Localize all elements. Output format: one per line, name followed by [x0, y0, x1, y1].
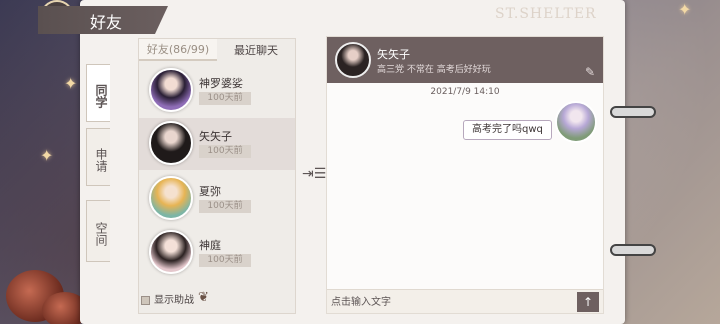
avatar: [149, 68, 193, 112]
last-seen-badge: 100天前: [199, 145, 251, 158]
message-input[interactable]: [331, 293, 573, 311]
tab-recent-chats[interactable]: 最近聊天: [217, 39, 295, 61]
last-seen-badge: 100天前: [199, 92, 251, 105]
star-icon: ✦: [678, 0, 692, 19]
watermark-logo: ST.SHELTER: [495, 6, 597, 22]
edit-icon[interactable]: ✎: [585, 65, 595, 79]
friend-row[interactable]: 神罗婆娑 100天前: [139, 65, 295, 117]
binder-ring: [610, 106, 656, 118]
star-icon: ✦: [40, 146, 54, 165]
friend-name: 夏弥: [199, 185, 221, 198]
send-button[interactable]: ↑: [577, 292, 599, 312]
friends-panel: 好友(86/99) 最近聊天 神罗婆娑 100天前 矢矢子 100天前 夏弥 1…: [138, 38, 296, 314]
tab-classmates[interactable]: 同学: [86, 64, 110, 122]
avatar: [149, 230, 193, 274]
self-avatar: [555, 101, 597, 143]
page-title: 好友: [38, 6, 168, 34]
message-timestamp: 2021/7/9 14:10: [430, 87, 500, 97]
friend-tabs: 好友(86/99) 最近聊天: [139, 39, 295, 61]
friend-row[interactable]: 神庭 100天前: [139, 227, 295, 279]
collapse-panel-icon[interactable]: ⇥☰: [302, 166, 326, 182]
avatar: [149, 121, 193, 165]
contact-avatar[interactable]: [335, 42, 371, 78]
chat-header: 矢矢子 高三党 不常在 高考后好好玩 ✎: [327, 37, 603, 83]
feather-icon: ❦: [198, 290, 209, 305]
binder-ring: [610, 244, 656, 256]
star-icon: ✦: [64, 74, 78, 93]
friend-name: 神罗婆娑: [199, 77, 243, 90]
assist-checkbox[interactable]: [141, 295, 150, 305]
friend-name: 神庭: [199, 239, 221, 252]
last-seen-badge: 100天前: [199, 254, 251, 267]
chat-bubble: 高考完了吗qwq: [463, 120, 552, 140]
friend-name: 矢矢子: [199, 130, 232, 143]
assist-label: 显示助战: [154, 295, 194, 306]
input-bar: ↑: [327, 289, 603, 313]
tab-friends[interactable]: 好友(86/99): [139, 39, 217, 61]
chat-panel: 矢矢子 高三党 不常在 高考后好好玩 ✎ 2021/7/9 14:10 高考完了…: [326, 36, 604, 314]
tab-space[interactable]: 空间: [86, 200, 110, 262]
tab-requests[interactable]: 申请: [86, 128, 110, 186]
last-seen-badge: 100天前: [199, 200, 251, 213]
friend-row[interactable]: 夏弥 100天前: [139, 173, 295, 225]
friend-row[interactable]: 矢矢子 100天前: [139, 118, 295, 170]
avatar: [149, 176, 193, 220]
contact-name: 矢矢子: [377, 48, 410, 61]
contact-status: 高三党 不常在 高考后好好玩: [377, 65, 491, 75]
show-assist-toggle[interactable]: 显示助战: [141, 291, 194, 306]
